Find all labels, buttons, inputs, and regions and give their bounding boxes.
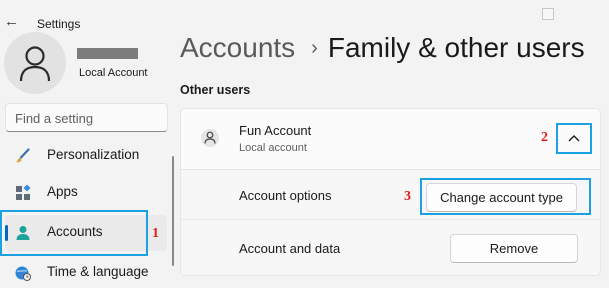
sidebar-item-label: Apps	[47, 184, 78, 199]
step-number-2: 2	[541, 130, 548, 145]
sidebar-item-personalization[interactable]: Personalization	[5, 138, 167, 174]
section-title: Other users	[180, 83, 251, 97]
remove-button[interactable]: Remove	[450, 234, 578, 263]
sidebar-item-time-language[interactable]: Time & language	[5, 255, 167, 288]
user-card-header[interactable]: Fun Account Local account	[180, 108, 601, 170]
sidebar-item-label: Time & language	[47, 264, 149, 279]
profile-account-type: Local Account	[79, 67, 148, 79]
sidebar-item-label: Personalization	[47, 147, 140, 162]
redacted-user-name	[77, 48, 138, 59]
user-account-type: Local account	[239, 142, 307, 154]
highlight-box-accounts	[0, 210, 148, 256]
globe-clock-icon	[15, 266, 31, 281]
account-options-label: Account options	[239, 188, 332, 203]
step-number-1: 1	[152, 226, 159, 241]
minimize-button[interactable]	[542, 8, 554, 20]
brush-icon	[16, 148, 30, 163]
account-data-label: Account and data	[239, 241, 341, 256]
search-placeholder: Find a setting	[15, 111, 94, 126]
app-title: Settings	[37, 17, 81, 31]
breadcrumb: Accounts › Family & other users	[180, 32, 585, 64]
sidebar-scrollbar[interactable]	[172, 156, 174, 266]
back-arrow-icon[interactable]: ←	[4, 14, 20, 30]
chevron-up-icon	[568, 135, 580, 142]
sidebar-item-apps[interactable]: Apps	[5, 175, 167, 211]
step-number-3: 3	[404, 189, 411, 204]
change-account-type-button[interactable]: Change account type	[426, 183, 577, 212]
breadcrumb-separator-icon: ›	[311, 37, 318, 59]
user-profile: Local Account	[4, 32, 174, 94]
page-title: Family & other users	[327, 32, 585, 63]
apps-icon	[16, 185, 31, 200]
avatar[interactable]	[4, 32, 66, 94]
user-name: Fun Account	[239, 123, 312, 138]
collapse-button[interactable]	[556, 123, 592, 154]
breadcrumb-parent[interactable]: Accounts	[180, 32, 295, 63]
person-icon	[19, 46, 51, 82]
user-avatar-icon	[201, 129, 219, 147]
search-input[interactable]: Find a setting	[5, 103, 168, 132]
